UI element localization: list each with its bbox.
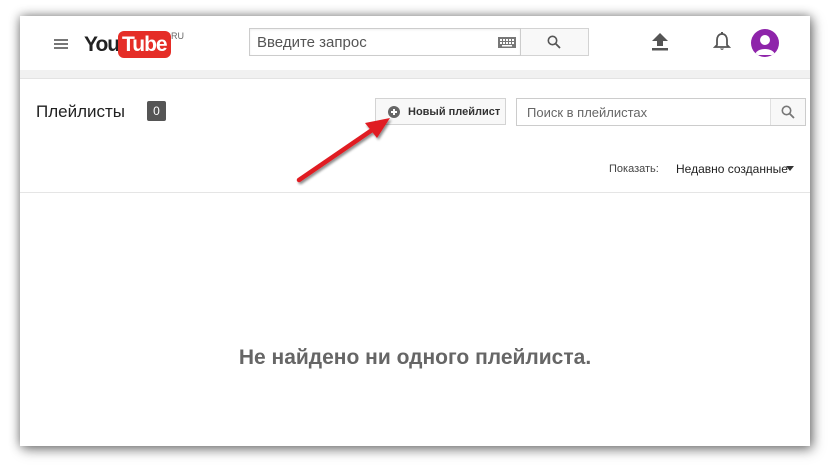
search-box	[249, 28, 521, 56]
avatar[interactable]	[751, 29, 779, 57]
masthead-separator	[20, 70, 810, 79]
playlist-search-button[interactable]	[770, 99, 805, 125]
logo-region: RU	[171, 31, 184, 41]
bell-icon[interactable]	[713, 32, 731, 52]
playlist-count-badge: 0	[147, 101, 166, 121]
search-input[interactable]	[250, 29, 497, 55]
logo-text-tube: Tube	[118, 31, 171, 58]
logo-text-you: You	[84, 33, 120, 56]
upload-icon[interactable]	[652, 33, 668, 51]
new-playlist-label: Новый плейлист	[408, 106, 501, 118]
search-icon	[547, 35, 561, 49]
masthead: You Tube RU	[20, 16, 810, 70]
playlist-search-input[interactable]	[517, 99, 777, 125]
page-title: Плейлисты	[36, 102, 126, 121]
playlist-search-box	[516, 98, 806, 126]
content-divider	[20, 192, 810, 193]
search-icon	[781, 105, 795, 119]
menu-icon[interactable]	[54, 39, 68, 49]
sort-dropdown[interactable]: Недавно созданные	[676, 162, 788, 176]
empty-state-message: Не найдено ни одного плейлиста.	[238, 346, 592, 369]
user-icon	[755, 35, 775, 55]
sort-label: Показать:	[609, 163, 659, 175]
caret-down-icon[interactable]	[786, 166, 794, 171]
keyboard-icon[interactable]	[498, 37, 516, 48]
youtube-window: You Tube RU Введите запрос Плейлисты 0 Н…	[20, 16, 810, 446]
search-button[interactable]	[521, 28, 589, 56]
annotation-arrow-icon	[296, 118, 390, 183]
